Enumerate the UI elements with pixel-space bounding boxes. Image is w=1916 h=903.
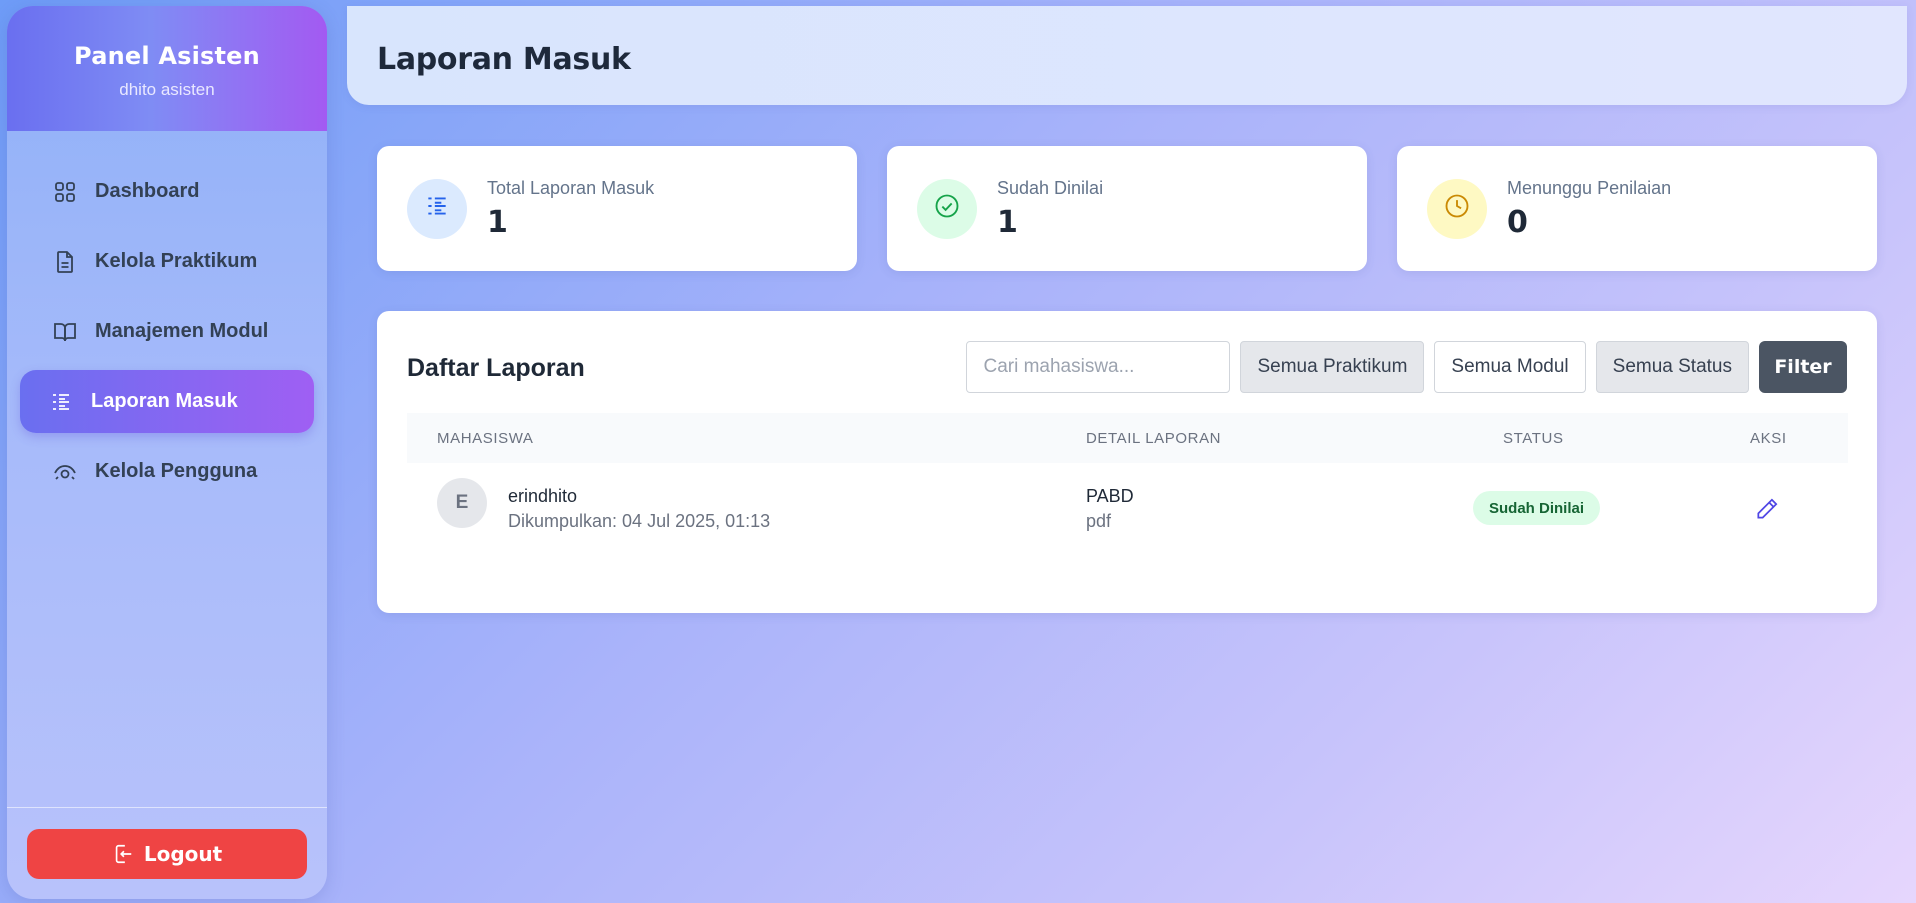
clock-icon — [1443, 192, 1471, 225]
table-header: MAHASISWA DETAIL LAPORAN STATUS AKSI — [407, 413, 1848, 463]
stat-icon-wrap — [1427, 178, 1487, 239]
stat-value: 1 — [997, 204, 1018, 240]
panel-title: Daftar Laporan — [407, 354, 585, 382]
sidebar-nav: Dashboard Kelola Praktikum Manajemen Mod… — [7, 131, 327, 503]
report-list-panel: Daftar Laporan Semua Praktikum Semua Mod… — [377, 311, 1877, 613]
column-header-mahasiswa: MAHASISWA — [437, 430, 534, 447]
stat-icon-wrap — [917, 178, 977, 239]
logout-label: Logout — [143, 842, 223, 866]
sidebar-item-label: Laporan Masuk — [91, 390, 238, 412]
stat-value: 1 — [487, 204, 508, 240]
stat-card-graded: Sudah Dinilai 1 — [887, 146, 1367, 271]
sidebar-item-laporan-masuk[interactable]: Laporan Masuk — [20, 370, 314, 433]
eye-icon — [53, 460, 77, 484]
sidebar-item-label: Dashboard — [95, 180, 200, 202]
stat-label: Menunggu Penilaian — [1507, 177, 1672, 198]
sidebar-item-kelola-praktikum[interactable]: Kelola Praktikum — [20, 230, 314, 293]
logout-icon — [112, 843, 134, 865]
modul-select[interactable]: Semua Modul — [1434, 341, 1586, 393]
sidebar-title: Panel Asisten — [74, 42, 260, 70]
report-file-type: pdf — [1086, 511, 1112, 531]
stat-card-pending: Menunggu Penilaian 0 — [1397, 146, 1877, 271]
check-circle-icon — [933, 192, 961, 225]
submitted-date: Dikumpulkan: 04 Jul 2025, 01:13 — [508, 511, 771, 531]
column-header-detail: DETAIL LAPORAN — [1086, 430, 1222, 447]
stat-icon-wrap — [407, 178, 467, 239]
sidebar: Panel Asisten dhito asisten Dashboard Ke… — [7, 6, 327, 899]
stat-label: Sudah Dinilai — [997, 177, 1104, 198]
filter-button[interactable]: Filter — [1759, 341, 1847, 393]
student-name: erindhito — [508, 486, 578, 506]
report-title: PABD — [1086, 486, 1134, 506]
edit-icon[interactable] — [1754, 496, 1780, 522]
stat-label: Total Laporan Masuk — [487, 177, 655, 198]
list-icon — [49, 390, 73, 414]
table-row: E erindhito Dikumpulkan: 04 Jul 2025, 01… — [407, 463, 1848, 558]
sidebar-header: Panel Asisten dhito asisten — [7, 6, 327, 131]
stat-value: 0 — [1507, 204, 1528, 240]
sidebar-item-manajemen-modul[interactable]: Manajemen Modul — [20, 300, 314, 363]
list-icon — [424, 193, 450, 224]
status-badge: Sudah Dinilai — [1473, 491, 1601, 525]
page-header: Laporan Masuk — [347, 6, 1907, 105]
stat-card-total: Total Laporan Masuk 1 — [377, 146, 857, 271]
search-input[interactable] — [966, 341, 1231, 393]
sidebar-item-kelola-pengguna[interactable]: Kelola Pengguna — [20, 440, 314, 503]
sidebar-item-dashboard[interactable]: Dashboard — [20, 160, 314, 223]
sidebar-footer: Logout — [7, 807, 327, 899]
sidebar-item-label: Kelola Pengguna — [95, 460, 258, 482]
sidebar-item-label: Manajemen Modul — [95, 320, 269, 342]
logout-button[interactable]: Logout — [27, 829, 307, 879]
status-select[interactable]: Semua Status — [1595, 341, 1749, 393]
column-header-status: STATUS — [1503, 430, 1564, 447]
sidebar-item-label: Kelola Praktikum — [95, 250, 258, 272]
page-title: Laporan Masuk — [377, 42, 631, 77]
avatar: E — [437, 478, 487, 528]
book-icon — [53, 320, 77, 344]
column-header-aksi: AKSI — [1750, 430, 1787, 447]
document-icon — [53, 250, 77, 274]
praktikum-select[interactable]: Semua Praktikum — [1240, 341, 1425, 393]
filter-controls: Semua Praktikum Semua Modul Semua Status… — [966, 341, 1847, 393]
grid-icon — [53, 180, 77, 204]
sidebar-user-name: dhito asisten — [119, 80, 215, 99]
